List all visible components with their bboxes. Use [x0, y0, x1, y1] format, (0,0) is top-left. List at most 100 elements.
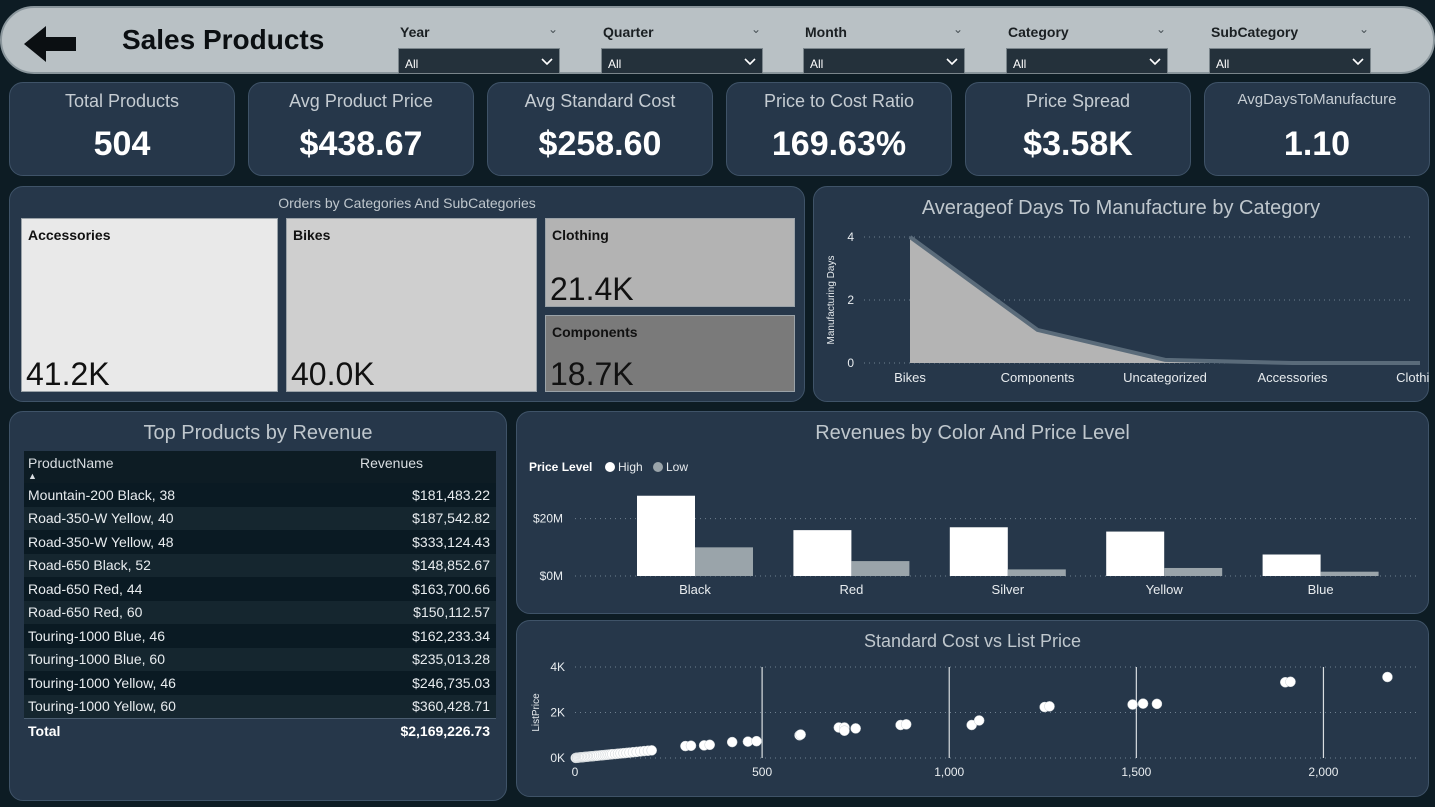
- y-tick-label: 4K: [550, 660, 565, 674]
- column-header-productname[interactable]: ProductName ▲: [24, 451, 356, 483]
- scatter-point: [704, 739, 715, 751]
- tile-name: Components: [552, 324, 638, 340]
- table-total-row: Total $2,169,226.73: [24, 717, 496, 744]
- y-tick-label: 2: [847, 293, 854, 307]
- scatter-point: [1285, 676, 1296, 688]
- chevron-down-icon[interactable]: ⌄: [1359, 22, 1369, 36]
- table-row[interactable]: Touring-1000 Blue, 60 $235,013.28: [24, 647, 496, 671]
- bar-silver-high: [949, 527, 1008, 576]
- chevron-down-icon: [541, 58, 553, 66]
- cell-revenue: $150,112.57: [356, 600, 496, 624]
- table-row[interactable]: Touring-1000 Blue, 46 $162,233.34: [24, 624, 496, 648]
- legend-marker: [653, 462, 663, 472]
- slicer-value: All: [1216, 57, 1230, 71]
- kpi-title: Price Spread: [1025, 91, 1131, 111]
- table-row[interactable]: Road-650 Red, 44 $163,700.66: [24, 577, 496, 601]
- days-to-manufacture-card: Averageof Days To Manufacture by Categor…: [813, 186, 1430, 402]
- tile-name: Accessories: [28, 227, 111, 243]
- x-tick-label: 1,000: [934, 765, 964, 779]
- slicer-dropdown[interactable]: All: [601, 48, 763, 74]
- y-tick-label: 0K: [550, 751, 565, 765]
- treemap-tile-components[interactable]: Components 18.7K: [545, 315, 795, 392]
- cell-product: Road-350-W Yellow, 40: [24, 506, 356, 530]
- page-title: Sales Products: [122, 24, 325, 55]
- chevron-down-icon[interactable]: ⌄: [953, 22, 963, 36]
- sort-ascending-icon[interactable]: ▲: [28, 471, 352, 481]
- treemap-tile-accessories[interactable]: Accessories 41.2K: [21, 218, 278, 392]
- area-chart: 0 2 4 Bikes Components Uncategorized Accessori…: [826, 230, 1430, 385]
- top-products-card: Top Products by Revenue ProductName ▲ Rev…: [9, 411, 507, 801]
- legend-marker: [605, 462, 615, 472]
- kpi-value: 504: [93, 125, 151, 163]
- kpi-title: Avg Product Price: [289, 91, 433, 111]
- x-tick-label: 2,000: [1308, 765, 1338, 779]
- tile-value: 18.7K: [550, 356, 634, 392]
- slicer-dropdown[interactable]: All: [803, 48, 965, 74]
- slicer-dropdown[interactable]: All: [1006, 48, 1168, 74]
- kpi-avg-standard-cost: Avg Standard Cost $258.60: [487, 82, 713, 176]
- x-tick-label: Components: [1001, 370, 1075, 385]
- cell-product: Touring-1000 Blue, 60: [24, 647, 356, 671]
- kpi-value: $438.67: [299, 125, 423, 163]
- kpi-title: Price to Cost Ratio: [763, 91, 915, 111]
- treemap-tile-clothing[interactable]: Clothing 21.4K: [545, 218, 795, 307]
- cell-revenue: $187,542.82: [356, 506, 496, 530]
- total-value: $2,169,226.73: [356, 717, 496, 744]
- x-tick-label: Silver: [992, 582, 1025, 597]
- slicer-quarter[interactable]: Quarter ⌄ All: [601, 14, 763, 74]
- x-tick-label: 0: [572, 765, 579, 779]
- kpi-avg-product-price: Avg Product Price $438.67: [248, 82, 474, 176]
- cell-revenue: $162,233.34: [356, 624, 496, 648]
- bar-black-low: [695, 547, 753, 576]
- x-tick-label: Black: [679, 582, 711, 597]
- table-row[interactable]: Road-650 Black, 52 $148,852.67: [24, 553, 496, 577]
- column-header-revenues[interactable]: Revenues: [356, 451, 496, 483]
- table-row[interactable]: Touring-1000 Yellow, 60 $360,428.71: [24, 694, 496, 718]
- scatter-point: [900, 719, 912, 730]
- x-tick-label: Clothing: [1396, 370, 1430, 385]
- tile-name: Clothing: [552, 227, 609, 243]
- slicer-value: All: [405, 57, 419, 71]
- slicer-month[interactable]: Month ⌄ All: [803, 14, 965, 74]
- kpi-total-products: Total Products 504: [9, 82, 235, 176]
- bar-yellow-low: [1164, 567, 1223, 576]
- slicer-dropdown[interactable]: All: [398, 48, 560, 74]
- top-products-table: ProductName ▲ Revenues Mountain-200 Black…: [24, 451, 496, 744]
- scatter-point: [1137, 698, 1149, 709]
- legend-label: Low: [666, 460, 688, 474]
- chevron-down-icon[interactable]: ⌄: [548, 22, 558, 36]
- table-row[interactable]: Road-650 Red, 60 $150,112.57: [24, 600, 496, 624]
- y-tick-label: 0: [847, 356, 854, 370]
- slicer-value: All: [608, 57, 622, 71]
- kpi-price-spread: Price Spread $3.58K: [965, 82, 1191, 176]
- scatter-point: [795, 729, 806, 740]
- slicer-subcategory[interactable]: SubCategory ⌄ All: [1209, 14, 1371, 74]
- bar-chart: Price Level High Low $0M $20M Black Red Silver Y…: [529, 460, 1417, 597]
- total-label: Total: [24, 717, 356, 744]
- cell-product: Road-650 Red, 60: [24, 600, 356, 624]
- table-row[interactable]: Touring-1000 Yellow, 46 $246,735.03: [24, 671, 496, 695]
- chevron-down-icon[interactable]: ⌄: [1156, 22, 1166, 36]
- chevron-down-icon[interactable]: ⌄: [751, 22, 761, 36]
- slicer-category[interactable]: Category ⌄ All: [1006, 14, 1168, 74]
- x-tick-label: Yellow: [1146, 582, 1184, 597]
- table-row[interactable]: Mountain-200 Black, 38 $181,483.22: [24, 483, 496, 507]
- header-bar: Sales Products Year ⌄ All Quarter ⌄ All …: [0, 6, 1435, 74]
- revenues-by-color-card: Revenues by Color And Price Level Price …: [516, 411, 1429, 614]
- kpi-value: 1.10: [1283, 125, 1351, 163]
- back-arrow-icon[interactable]: [24, 24, 78, 64]
- table-row[interactable]: Road-350-W Yellow, 40 $187,542.82: [24, 506, 496, 530]
- y-tick-label: $0M: [540, 569, 563, 583]
- bar-yellow-high: [1106, 531, 1165, 576]
- slicer-year[interactable]: Year ⌄ All: [398, 14, 560, 74]
- chevron-down-icon: [946, 58, 958, 66]
- x-tick-label: Blue: [1308, 582, 1334, 597]
- scatter-point: [1127, 699, 1138, 710]
- bar-silver-low: [1007, 569, 1066, 576]
- x-tick-label: Red: [839, 582, 863, 597]
- treemap-tile-bikes[interactable]: Bikes 40.0K: [286, 218, 537, 392]
- slicer-dropdown[interactable]: All: [1209, 48, 1371, 74]
- legend-label: High: [618, 460, 643, 474]
- table-row[interactable]: Road-350-W Yellow, 48 $333,124.43: [24, 530, 496, 554]
- bar-blue-low: [1320, 571, 1379, 576]
